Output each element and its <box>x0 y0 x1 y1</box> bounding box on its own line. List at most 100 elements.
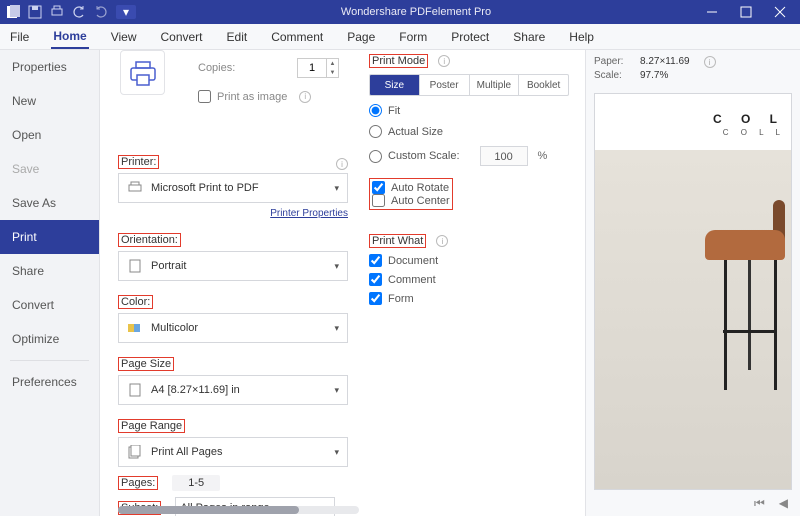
minimize-button[interactable] <box>696 2 728 22</box>
color-section-label: Color: <box>118 295 153 309</box>
info-icon[interactable]: i <box>704 56 716 68</box>
sidebar-divider <box>10 360 89 361</box>
menu-protect[interactable]: Protect <box>449 26 491 48</box>
print-form-checkbox[interactable] <box>369 292 382 305</box>
sidebar-item-save-as[interactable]: Save As <box>0 186 99 220</box>
printer-small-icon <box>127 180 143 196</box>
scrollbar-thumb[interactable] <box>118 506 299 514</box>
tab-booklet[interactable]: Booklet <box>519 75 568 95</box>
menu-edit[interactable]: Edit <box>225 26 250 48</box>
chevron-down-icon: ▾ <box>334 323 339 334</box>
info-icon[interactable]: i <box>336 158 348 170</box>
print-mode-column: Print Mode i Size Poster Multiple Bookle… <box>365 50 585 516</box>
page-size-section-label: Page Size <box>118 357 174 371</box>
orientation-section-label: Orientation: <box>118 233 181 247</box>
page-size-value: A4 [8.27×11.69] in <box>151 384 326 396</box>
info-icon[interactable]: i <box>436 235 448 247</box>
sidebar-item-print[interactable]: Print <box>0 220 99 254</box>
sidebar-item-convert[interactable]: Convert <box>0 288 99 322</box>
custom-scale-radio[interactable] <box>369 150 382 163</box>
orientation-dropdown[interactable]: Portrait ▾ <box>118 251 348 281</box>
tab-multiple[interactable]: Multiple <box>470 75 520 95</box>
auto-rotate-checkbox[interactable] <box>372 181 385 194</box>
paper-label: Paper: <box>594 56 630 68</box>
scale-value: 97.7% <box>640 70 668 81</box>
page-size-dropdown[interactable]: A4 [8.27×11.69] in ▾ <box>118 375 348 405</box>
print-what-header: Print What <box>369 234 426 248</box>
menu-file[interactable]: File <box>8 26 31 48</box>
print-mode-header: Print Mode <box>369 54 428 68</box>
tab-size[interactable]: Size <box>370 75 420 95</box>
chevron-down-icon: ▾ <box>334 385 339 396</box>
save-icon[interactable] <box>28 5 42 19</box>
redo-icon[interactable] <box>94 5 108 19</box>
sidebar-item-share[interactable]: Share <box>0 254 99 288</box>
color-dropdown[interactable]: Multicolor ▾ <box>118 313 348 343</box>
undo-icon[interactable] <box>72 5 86 19</box>
close-button[interactable] <box>764 2 796 22</box>
preview-subheading: C O L L <box>723 128 785 137</box>
menu-form[interactable]: Form <box>397 26 429 48</box>
printer-dropdown[interactable]: Microsoft Print to PDF ▾ <box>118 173 348 203</box>
printer-properties-link[interactable]: Printer Properties <box>270 208 348 219</box>
custom-scale-input[interactable]: 100 <box>480 146 528 166</box>
titlebar: ▾ Wondershare PDFelement Pro <box>0 0 800 24</box>
print-as-image-checkbox[interactable] <box>198 90 211 103</box>
tab-poster[interactable]: Poster <box>420 75 470 95</box>
menu-page[interactable]: Page <box>345 26 377 48</box>
chair-leg <box>774 260 777 390</box>
sidebar-item-properties[interactable]: Properties <box>0 50 99 84</box>
chair-seat <box>705 230 785 260</box>
menu-comment[interactable]: Comment <box>269 26 325 48</box>
print-form-label: Form <box>388 293 414 305</box>
info-icon[interactable]: i <box>438 55 450 67</box>
window-title: Wondershare PDFelement Pro <box>136 6 696 18</box>
auto-rotate-label: Auto Rotate <box>391 182 449 194</box>
fit-label: Fit <box>388 105 400 117</box>
print-icon[interactable] <box>50 5 64 19</box>
print-mode-tabs: Size Poster Multiple Booklet <box>369 74 569 96</box>
sidebar-item-open[interactable]: Open <box>0 118 99 152</box>
chair-leg <box>724 260 727 390</box>
maximize-button[interactable] <box>730 2 762 22</box>
print-comment-checkbox[interactable] <box>369 273 382 286</box>
first-page-button[interactable]: ⏮ <box>754 496 765 511</box>
actual-size-label: Actual Size <box>388 126 443 138</box>
printer-image-card <box>120 50 165 95</box>
print-document-checkbox[interactable] <box>369 254 382 267</box>
printer-icon <box>128 60 158 86</box>
preview-image <box>595 150 791 489</box>
page-portrait-icon <box>127 258 143 274</box>
print-settings-column: Copies: ▲▼ Print as image i Printer: i M… <box>100 50 365 516</box>
fit-radio[interactable] <box>369 104 382 117</box>
print-comment-label: Comment <box>388 274 436 286</box>
paper-value: 8.27×11.69 <box>640 56 690 68</box>
menu-help[interactable]: Help <box>567 26 596 48</box>
menu-view[interactable]: View <box>109 26 139 48</box>
sidebar-item-save[interactable]: Save <box>0 152 99 186</box>
copies-spinner[interactable]: ▲▼ <box>327 58 339 78</box>
menu-convert[interactable]: Convert <box>158 26 204 48</box>
horizontal-scrollbar[interactable] <box>118 506 359 514</box>
color-swatch-icon <box>127 320 143 336</box>
color-value: Multicolor <box>151 322 326 334</box>
sidebar-item-preferences[interactable]: Preferences <box>0 365 99 399</box>
auto-center-checkbox[interactable] <box>372 194 385 207</box>
actual-size-radio[interactable] <box>369 125 382 138</box>
chevron-down-icon: ▾ <box>334 183 339 194</box>
chevron-down-icon: ▾ <box>334 447 339 458</box>
sidebar-item-optimize[interactable]: Optimize <box>0 322 99 356</box>
prev-page-button[interactable]: ◀ <box>779 496 788 510</box>
chair-leg <box>748 260 751 370</box>
menu-share[interactable]: Share <box>511 26 547 48</box>
sidebar-item-new[interactable]: New <box>0 84 99 118</box>
scale-label: Scale: <box>594 70 630 81</box>
page-range-dropdown[interactable]: Print All Pages ▾ <box>118 437 348 467</box>
copies-input[interactable] <box>297 58 327 78</box>
pages-value[interactable]: 1-5 <box>172 475 220 491</box>
chair-ring <box>723 330 777 333</box>
printer-section-label: Printer: <box>118 155 159 169</box>
qat-dropdown-icon[interactable]: ▾ <box>116 5 136 19</box>
menu-home[interactable]: Home <box>51 25 88 49</box>
info-icon[interactable]: i <box>299 91 311 103</box>
